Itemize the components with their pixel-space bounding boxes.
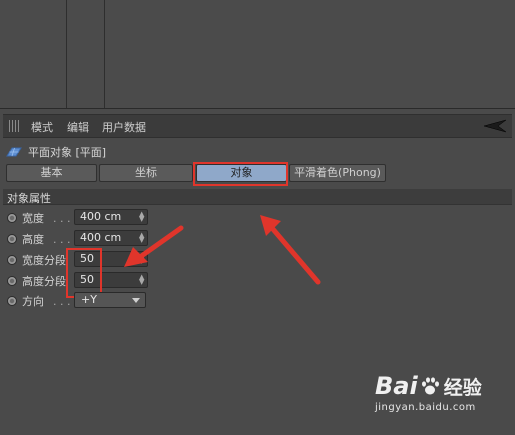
field-value: 50 — [80, 252, 94, 265]
stepper-icon[interactable]: ▲ ▼ — [139, 211, 145, 223]
field-value: 400 cm — [80, 231, 122, 244]
object-title: 平面对象 [平面] — [6, 144, 106, 160]
baidu-jingyan-watermark: Bai 经验 jingyan.baidu.com — [375, 372, 503, 428]
field-value: 50 — [80, 273, 94, 286]
width-field[interactable]: 400 cm ▲ ▼ — [74, 209, 148, 225]
stepper-icon[interactable]: ▲ ▼ — [139, 232, 145, 244]
prop-width-segments: 宽度分段 50 ▲ ▼ — [7, 251, 207, 269]
prop-width: 宽度 . . . 400 cm ▲ ▼ — [7, 209, 207, 227]
stepper-icon[interactable]: ▲ ▼ — [139, 274, 145, 286]
panel-divider — [104, 0, 105, 108]
animate-dot-icon[interactable] — [7, 255, 17, 265]
object-title-text: 平面对象 [平面] — [28, 146, 107, 159]
tab-basic[interactable]: 基本 — [6, 164, 97, 182]
watermark-brand-left: Bai — [375, 372, 418, 400]
animate-dot-icon[interactable] — [7, 276, 17, 286]
menu-mode[interactable]: 模式 — [31, 119, 53, 135]
panel-divider — [66, 0, 67, 108]
prop-dots: . . . — [53, 294, 71, 308]
prop-label: 高度分段 — [22, 275, 66, 288]
paw-icon — [421, 377, 439, 395]
back-arrow-icon[interactable] — [482, 118, 508, 134]
chevron-down-icon — [132, 298, 140, 303]
prop-orientation: 方向 . . . +Y — [7, 292, 207, 310]
watermark-url: jingyan.baidu.com — [375, 402, 476, 413]
tab-bar: 基本 坐标 对象 平滑着色(Phong) — [0, 164, 515, 182]
tab-phong[interactable]: 平滑着色(Phong) — [289, 164, 386, 182]
prop-height: 高度 . . . 400 cm ▲ ▼ — [7, 230, 207, 248]
animate-dot-icon[interactable] — [7, 213, 17, 223]
height-segments-field[interactable]: 50 ▲ ▼ — [74, 272, 148, 288]
prop-dots: . . . — [53, 211, 71, 225]
divider — [0, 108, 515, 109]
watermark-brand-right: 经验 — [443, 376, 482, 399]
tab-coord[interactable]: 坐标 — [99, 164, 193, 182]
animate-dot-icon[interactable] — [7, 296, 17, 306]
menu-edit[interactable]: 编辑 — [67, 119, 89, 135]
grip-icon[interactable] — [9, 120, 21, 132]
section-header: 对象属性 — [3, 189, 512, 205]
tab-object[interactable]: 对象 — [196, 164, 287, 182]
stepper-icon[interactable]: ▲ ▼ — [139, 253, 145, 265]
animate-dot-icon[interactable] — [7, 234, 17, 244]
attribute-menubar: 模式 编辑 用户数据 — [3, 114, 512, 138]
width-segments-field[interactable]: 50 ▲ ▼ — [74, 251, 148, 267]
annotation-arrow — [260, 215, 321, 285]
prop-label: 宽度分段 — [22, 254, 66, 267]
section-title: 对象属性 — [7, 192, 51, 205]
height-field[interactable]: 400 cm ▲ ▼ — [74, 230, 148, 246]
orientation-dropdown[interactable]: +Y — [74, 292, 146, 308]
menu-userdata[interactable]: 用户数据 — [102, 119, 146, 135]
prop-dots: . . . — [53, 232, 71, 246]
prop-height-segments: 高度分段 50 ▲ ▼ — [7, 272, 207, 290]
field-value: 400 cm — [80, 210, 122, 223]
dropdown-value: +Y — [81, 293, 97, 306]
plane-object-icon — [6, 147, 22, 157]
viewport-panel — [0, 0, 515, 108]
